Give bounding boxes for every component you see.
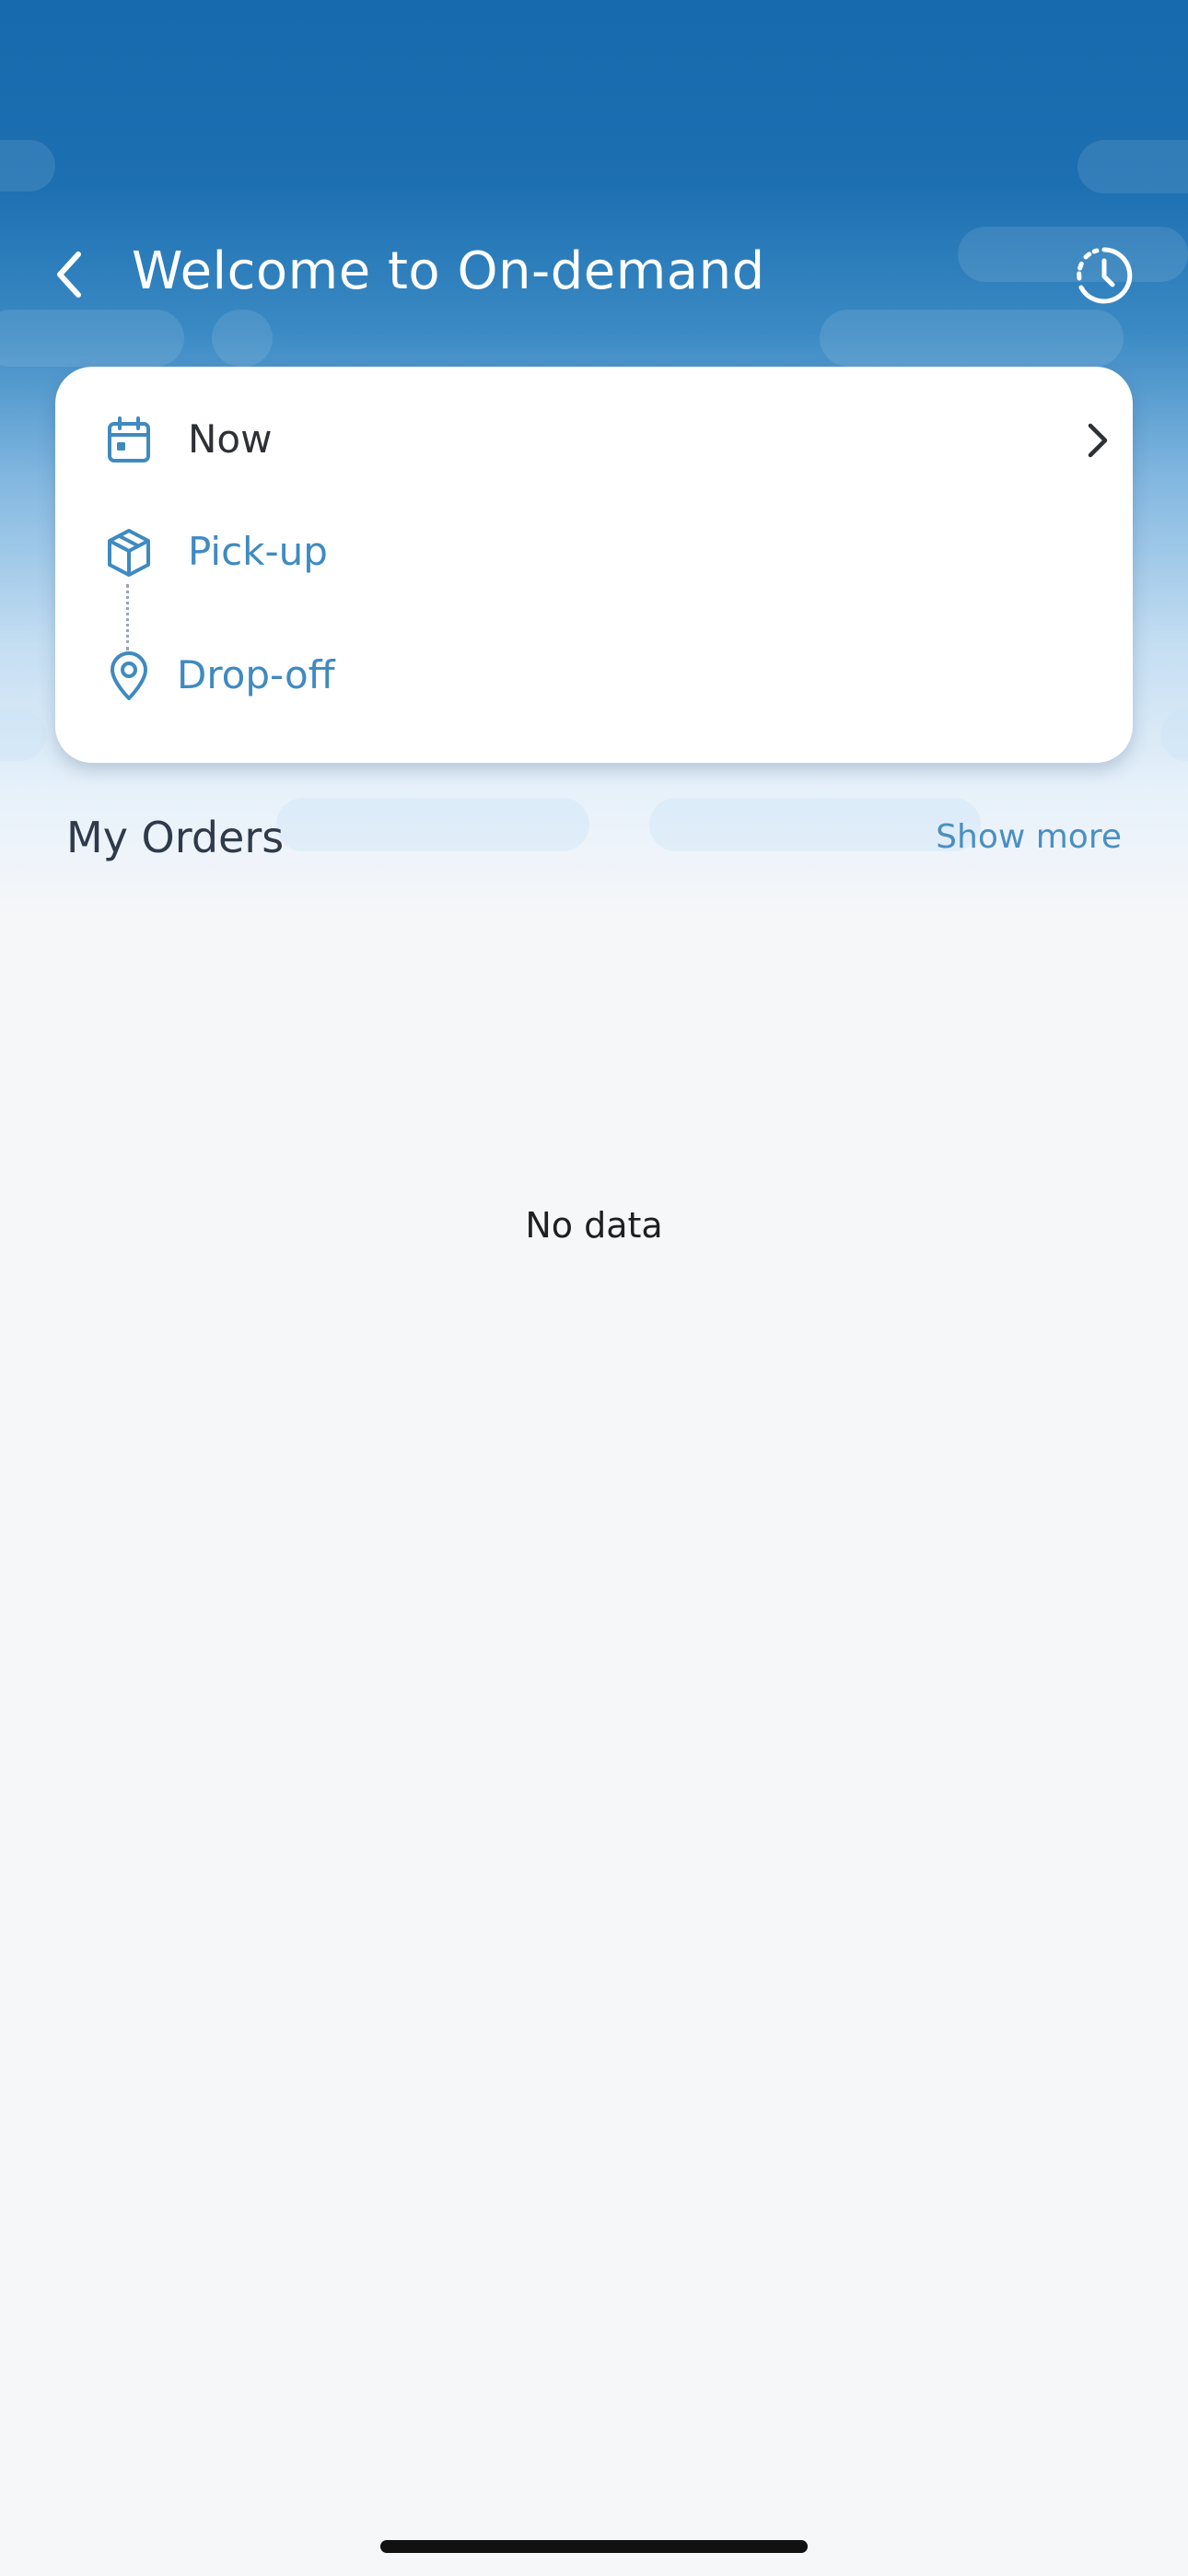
back-button[interactable] bbox=[37, 240, 101, 313]
my-orders-title: My Orders bbox=[66, 813, 285, 862]
orders-empty-state: No data bbox=[525, 1205, 663, 1246]
pickup-row[interactable]: Pick-up bbox=[55, 516, 1133, 590]
app-screen: Welcome to On-demand Now Pick-up Drop-of… bbox=[0, 0, 1188, 2576]
chevron-left-icon bbox=[49, 247, 89, 306]
calendar-icon bbox=[103, 415, 155, 466]
dropoff-row[interactable]: Drop-off bbox=[55, 639, 1133, 713]
home-indicator[interactable] bbox=[380, 2540, 808, 2553]
schedule-time-label: Now bbox=[188, 416, 273, 462]
history-clock-icon bbox=[1074, 245, 1135, 310]
dropoff-label: Drop-off bbox=[177, 652, 335, 697]
my-orders-header: My Orders Show more bbox=[0, 803, 1188, 877]
show-more-link[interactable]: Show more bbox=[936, 818, 1122, 856]
package-box-icon bbox=[103, 527, 155, 579]
background-cloud bbox=[1077, 140, 1188, 193]
history-button[interactable] bbox=[1068, 241, 1140, 313]
top-header: Welcome to On-demand bbox=[0, 221, 1188, 332]
schedule-time-row[interactable]: Now bbox=[55, 404, 1133, 477]
chevron-right-icon bbox=[1077, 420, 1118, 461]
page-title: Welcome to On-demand bbox=[132, 241, 765, 301]
pickup-label: Pick-up bbox=[188, 529, 328, 574]
booking-card: Now Pick-up Drop-off bbox=[55, 367, 1133, 763]
location-pin-icon bbox=[103, 650, 155, 702]
background-cloud bbox=[0, 140, 55, 192]
